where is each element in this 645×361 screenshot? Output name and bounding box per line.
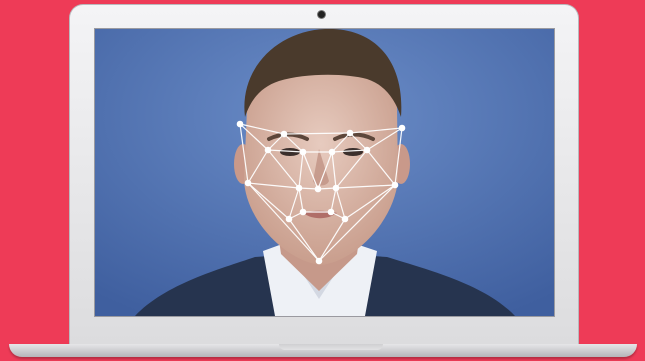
landmark-point	[391, 181, 399, 189]
webcam-icon	[318, 11, 325, 18]
landmark-point	[299, 208, 307, 216]
laptop-opening-notch	[279, 344, 383, 350]
landmark-point	[327, 208, 335, 216]
landmark-point	[244, 179, 252, 187]
landmark-point	[236, 120, 244, 128]
landmark-point	[295, 184, 303, 192]
landmark-point	[285, 215, 293, 223]
right-eye	[343, 148, 363, 156]
laptop-base	[9, 344, 637, 357]
landmark-point	[398, 124, 406, 132]
landmark-point	[299, 148, 307, 156]
landmark-point	[314, 185, 322, 193]
landmark-point	[332, 184, 340, 192]
landmark-point	[328, 148, 336, 156]
landmark-point	[363, 146, 371, 154]
laptop-screen	[95, 29, 554, 316]
landmark-point	[280, 130, 288, 138]
landmark-point	[346, 129, 354, 137]
face-scan-image	[95, 29, 554, 316]
landmark-point	[341, 215, 349, 223]
landmark-point	[315, 257, 323, 265]
landmark-point	[264, 146, 272, 154]
